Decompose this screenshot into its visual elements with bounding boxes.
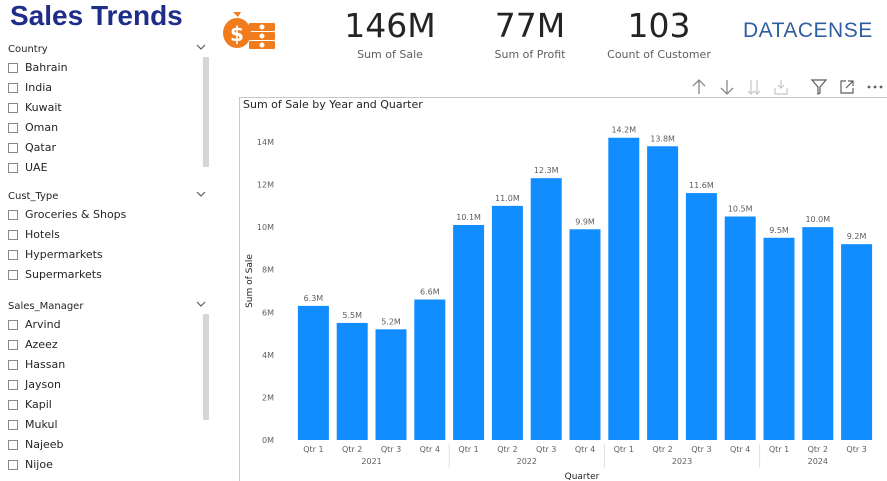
bar[interactable]: [491, 205, 523, 440]
y-axis-title: Sum of Sale: [245, 254, 255, 308]
data-label: 5.5M: [342, 311, 362, 320]
data-label: 10.5M: [728, 205, 753, 214]
x-tick-label: Qtr 4: [730, 445, 750, 454]
y-tick-label: 4M: [262, 351, 274, 360]
x-tick-label: Qtr 1: [614, 445, 634, 454]
data-label: 14.2M: [611, 126, 636, 135]
x-tick-label: Qtr 3: [381, 445, 401, 454]
data-label: 6.6M: [420, 288, 440, 297]
x-tick-label: Qtr 4: [420, 445, 440, 454]
year-label: 2021: [361, 457, 381, 466]
data-label: 11.6M: [689, 181, 714, 190]
bar[interactable]: [647, 146, 679, 440]
y-tick-label: 12M: [257, 181, 274, 190]
x-tick-label: Qtr 1: [303, 445, 323, 454]
bar[interactable]: [336, 322, 368, 440]
bar[interactable]: [685, 193, 717, 440]
bar[interactable]: [724, 216, 756, 441]
year-label: 2023: [672, 457, 692, 466]
x-tick-label: Qtr 3: [536, 445, 556, 454]
data-label: 11.0M: [495, 194, 520, 203]
sum-of-sale-bar-chart: 0M 2M 4M 6M 8M 10M 12M 14M 6.3M 5.5M 5.2M 6.6M 10.1…: [245, 126, 873, 481]
x-tick-label: Qtr 1: [769, 445, 789, 454]
x-tick-label: Qtr 2: [497, 445, 517, 454]
x-tick-label: Qtr 3: [846, 445, 866, 454]
y-tick-label: 0M: [262, 436, 274, 445]
bar[interactable]: [414, 299, 446, 440]
bars: [297, 137, 873, 441]
year-label: 2022: [517, 457, 537, 466]
y-axis-ticks: 0M 2M 4M 6M 8M 10M 12M 14M: [257, 138, 274, 445]
data-label: 6.3M: [304, 294, 324, 303]
data-label: 12.3M: [534, 166, 559, 175]
bar[interactable]: [375, 329, 407, 440]
bar[interactable]: [453, 225, 485, 440]
y-tick-label: 10M: [257, 223, 274, 232]
x-tick-label: Qtr 4: [575, 445, 595, 454]
y-tick-label: 6M: [262, 308, 274, 317]
data-label: 13.8M: [650, 134, 675, 143]
y-tick-label: 14M: [257, 138, 274, 147]
year-label: 2024: [808, 457, 828, 466]
data-label: 10.0M: [805, 215, 830, 224]
bar[interactable]: [841, 244, 873, 440]
x-tick-label: Qtr 2: [652, 445, 672, 454]
x-tick-label: Qtr 3: [691, 445, 711, 454]
x-axis-title: Quarter: [565, 472, 600, 481]
data-label: 9.5M: [769, 226, 789, 235]
y-tick-label: 2M: [262, 393, 274, 402]
bar[interactable]: [530, 178, 562, 440]
data-label: 5.2M: [381, 317, 401, 326]
bar[interactable]: [569, 229, 601, 440]
x-axis-ticks: Qtr 1 Qtr 2 Qtr 3 Qtr 4 Qtr 1 Qtr 2 Qtr 3 Qtr 4…: [303, 445, 867, 454]
bar[interactable]: [763, 237, 795, 440]
data-label: 10.1M: [456, 213, 481, 222]
bar[interactable]: [608, 137, 640, 440]
bar[interactable]: [297, 305, 329, 440]
y-tick-label: 8M: [262, 266, 274, 275]
x-tick-label: Qtr 1: [458, 445, 478, 454]
data-label: 9.2M: [847, 232, 867, 241]
x-tick-label: Qtr 2: [342, 445, 362, 454]
x-tick-label: Qtr 2: [808, 445, 828, 454]
data-label: 9.9M: [575, 217, 595, 226]
bar[interactable]: [802, 227, 834, 440]
